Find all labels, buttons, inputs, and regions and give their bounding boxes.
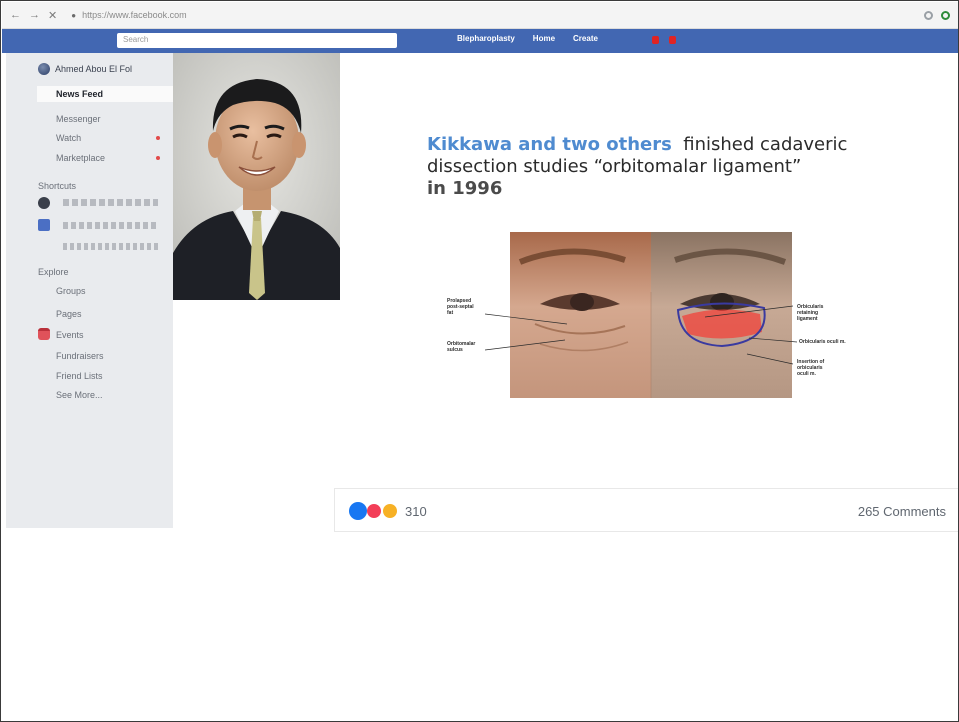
haha-reaction-icon: [381, 502, 399, 520]
sidebar-item-label: Messenger: [56, 114, 101, 124]
label-insertion: Insertion of orbicularis oculi m.: [797, 359, 825, 377]
sidebar-item-marketplace[interactable]: Marketplace: [56, 153, 168, 163]
header-nav: Blepharoplasty Home Create: [457, 34, 598, 43]
shortcut-item[interactable]: [63, 243, 158, 250]
comments-link[interactable]: 265 Comments: [858, 504, 946, 519]
portrait-image: [173, 53, 340, 300]
sidebar-user[interactable]: Ahmed Abou El Fol: [38, 63, 132, 75]
url-text: https://www.facebook.com: [82, 10, 187, 20]
back-arrow-icon[interactable]: ←: [10, 9, 21, 22]
shortcut-item[interactable]: [63, 199, 158, 206]
portrait-photo: [173, 53, 340, 300]
sidebar-item-friend-lists[interactable]: Friend Lists: [56, 371, 103, 381]
avatar: [38, 63, 50, 75]
close-icon[interactable]: ✕: [48, 9, 57, 22]
browser-extensions: [924, 10, 958, 20]
headline-year: in 1996: [427, 178, 503, 199]
group-icon: [38, 219, 50, 231]
extension-icon[interactable]: [924, 10, 933, 20]
notification-dot: [156, 136, 160, 140]
user-name: Ahmed Abou El Fol: [55, 64, 133, 74]
home-link[interactable]: Home: [533, 34, 555, 43]
browser-toolbar: ← → ✕ ● https://www.facebook.com: [2, 2, 958, 29]
address-bar[interactable]: ● https://www.facebook.com: [71, 10, 186, 20]
notification-dot: [156, 156, 160, 160]
reactions-bar: 310 265 Comments: [334, 488, 958, 532]
lock-icon: ●: [71, 10, 77, 20]
sidebar-item-pages[interactable]: Pages: [56, 309, 82, 319]
highlight-authors: Kikkawa and two others: [427, 134, 672, 155]
facebook-header: Search Blepharoplasty Home Create: [2, 29, 958, 53]
slide: ← → ✕ ● https://www.facebook.com Search …: [0, 0, 959, 722]
browser-nav: ← → ✕: [2, 9, 57, 22]
shortcut-item[interactable]: [63, 222, 158, 229]
group-icon: [38, 197, 50, 209]
sidebar-item-watch[interactable]: Watch: [56, 133, 168, 143]
label-retaining-ligament: Orbicularis retaining ligament: [797, 304, 824, 322]
label-orbicularis-oculi: Orbicularis oculi m.: [799, 339, 846, 345]
left-sidebar: Ahmed Abou El Fol News Feed Messenger Wa…: [6, 53, 174, 528]
sidebar-item-news-feed[interactable]: News Feed: [37, 86, 174, 102]
shortcuts-header: Shortcuts: [38, 181, 77, 191]
reaction-summary[interactable]: 310: [349, 502, 427, 520]
search-input[interactable]: Search: [117, 33, 397, 48]
sidebar-item-groups[interactable]: Groups: [56, 286, 86, 296]
sidebar-item-label: News Feed: [56, 89, 104, 99]
sidebar-item-see-more[interactable]: See More...: [56, 390, 103, 400]
notification-badge[interactable]: [652, 36, 659, 44]
explore-header: Explore: [38, 267, 69, 277]
anatomy-figure: Prolapsed post-septal fat Orbitomalar su…: [447, 232, 897, 398]
forward-arrow-icon[interactable]: →: [29, 9, 40, 22]
sidebar-item-label: Marketplace: [56, 153, 106, 163]
sidebar-item-events[interactable]: Events: [56, 330, 84, 340]
headline-line-2: dissection studies “orbitomalar ligament…: [427, 156, 802, 177]
create-link[interactable]: Create: [573, 34, 598, 43]
like-reaction-icon: [349, 502, 367, 520]
sidebar-item-messenger[interactable]: Messenger: [56, 114, 101, 124]
label-prolapsed-fat: Prolapsed post-septal fat: [447, 298, 474, 316]
sidebar-item-fundraisers[interactable]: Fundraisers: [56, 351, 104, 361]
page-name-link[interactable]: Blepharoplasty: [457, 34, 515, 43]
headline-line-1: Kikkawa and two others finished cadaveri…: [427, 134, 947, 156]
extension-icon[interactable]: [941, 10, 950, 20]
label-orbitomalar-sulcus: Orbitomalar sulcus: [447, 341, 476, 353]
calendar-icon: [38, 328, 50, 340]
notification-badges: [652, 36, 676, 44]
notification-badge[interactable]: [669, 36, 676, 44]
headline-text: finished cadaveric: [683, 134, 848, 155]
reaction-count: 310: [405, 503, 427, 519]
sidebar-item-label: Watch: [56, 133, 82, 143]
slide-text: Kikkawa and two others finished cadaveri…: [427, 134, 947, 200]
